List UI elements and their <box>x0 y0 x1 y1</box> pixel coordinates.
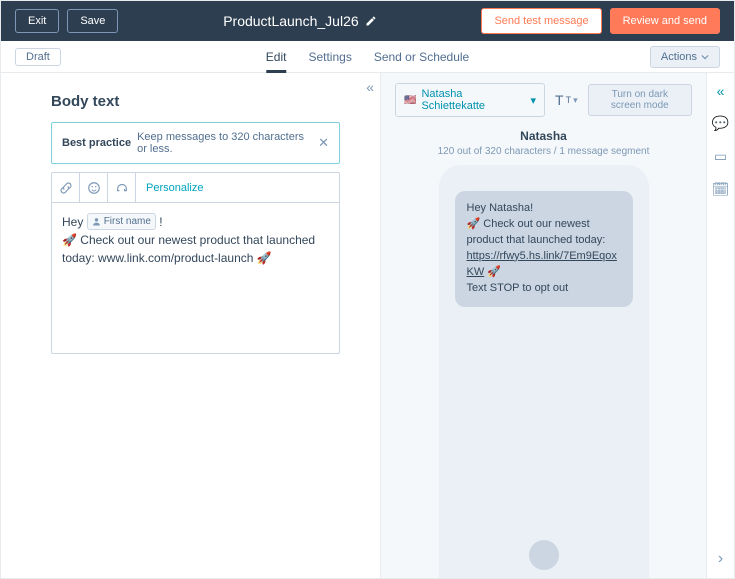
preview-title: Natasha <box>381 129 706 143</box>
editor-toolbar: Personalize <box>52 173 339 203</box>
contact-name: Natasha Schiettekatte <box>421 88 525 112</box>
exit-button[interactable]: Exit <box>15 9 59 33</box>
actions-button[interactable]: Actions <box>650 46 720 68</box>
editor-pane: « Body text Best practice Keep messages … <box>1 73 381 578</box>
collapse-left-icon[interactable]: « <box>366 79 374 95</box>
bp-label: Best practice <box>62 137 131 149</box>
editor-heading: Body text <box>51 93 340 110</box>
chevron-down-icon <box>701 53 709 61</box>
link-icon[interactable] <box>52 173 80 202</box>
page-title: ProductLaunch_Jul26 <box>126 13 473 29</box>
emoji-icon[interactable] <box>80 173 108 202</box>
message-textarea[interactable]: Hey First name ! 🚀 Check out our newest … <box>52 203 339 353</box>
preview-pane: 🇺🇸 Natasha Schiettekatte ▾ TT ▾ Turn on … <box>381 73 706 578</box>
send-test-button[interactable]: Send test message <box>481 8 601 34</box>
dark-mode-button[interactable]: Turn on dark screen mode <box>588 84 692 116</box>
text-span: Hey <box>62 215 87 229</box>
preview-subtitle: 120 out of 320 characters / 1 message se… <box>381 146 706 157</box>
main-content: « Body text Best practice Keep messages … <box>1 73 734 578</box>
personalize-button[interactable]: Personalize <box>136 182 213 194</box>
expand-rail-icon[interactable]: « <box>717 83 725 99</box>
bubble-line: Text STOP to opt out <box>467 282 569 294</box>
bp-text: Keep messages to 320 characters or less. <box>137 131 312 155</box>
status-badge: Draft <box>15 48 61 66</box>
tab-settings[interactable]: Settings <box>308 41 351 72</box>
bubble-line: 🚀 Check out our newest product that laun… <box>467 218 606 246</box>
caret-down-icon: ▾ <box>530 94 536 107</box>
right-rail: « 💬 ▭ 🗓 › <box>706 73 734 578</box>
sub-bar: Draft Edit Settings Send or Schedule Act… <box>1 41 734 73</box>
chevron-right-icon[interactable]: › <box>718 550 723 568</box>
top-bar: Exit Save ProductLaunch_Jul26 Send test … <box>1 1 734 41</box>
preview-toolbar: 🇺🇸 Natasha Schiettekatte ▾ TT ▾ Turn on … <box>381 73 706 127</box>
token-label: First name <box>104 214 151 229</box>
bubble-line: 🚀 <box>484 266 501 278</box>
best-practice-banner: Best practice Keep messages to 320 chara… <box>51 122 340 164</box>
text-span: ! <box>156 215 163 229</box>
sms-bubble: Hey Natasha! 🚀 Check out our newest prod… <box>455 191 633 307</box>
calendar-icon[interactable]: 🗓 <box>712 181 730 198</box>
headset-icon[interactable] <box>108 173 136 202</box>
home-button-icon <box>529 540 559 570</box>
phone-preview: Hey Natasha! 🚀 Check out our newest prod… <box>439 165 649 578</box>
person-icon <box>92 217 101 226</box>
comment-icon[interactable]: 💬 <box>712 115 729 132</box>
window-icon[interactable]: ▭ <box>714 148 727 165</box>
close-icon[interactable]: ✕ <box>318 135 329 151</box>
tab-send[interactable]: Send or Schedule <box>374 41 469 72</box>
title-text: ProductLaunch_Jul26 <box>223 13 358 29</box>
actions-label: Actions <box>661 51 697 63</box>
contact-select[interactable]: 🇺🇸 Natasha Schiettekatte ▾ <box>395 83 545 117</box>
review-send-button[interactable]: Review and send <box>610 8 720 34</box>
tabs: Edit Settings Send or Schedule <box>266 41 469 72</box>
text-size-button[interactable]: TT ▾ <box>555 92 578 108</box>
editor-box: Personalize Hey First name ! 🚀 Check out… <box>51 172 340 354</box>
first-name-token[interactable]: First name <box>87 213 156 230</box>
tab-edit[interactable]: Edit <box>266 41 287 72</box>
pencil-icon[interactable] <box>365 15 377 27</box>
flag-icon: 🇺🇸 <box>404 95 416 106</box>
save-button[interactable]: Save <box>67 9 118 33</box>
bubble-line: Hey Natasha! <box>467 202 534 214</box>
text-span: 🚀 Check out our newest product that laun… <box>62 233 315 265</box>
